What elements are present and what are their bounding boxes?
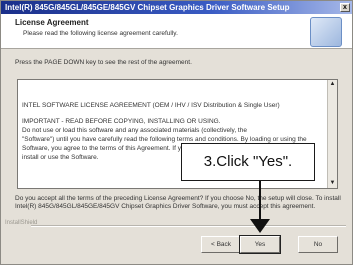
page-title: License Agreement bbox=[15, 18, 89, 27]
page-subtitle: Please read the following license agreem… bbox=[23, 30, 178, 37]
license-line: "Software") until you have carefully rea… bbox=[22, 136, 307, 143]
instruction-callout: 3.Click "Yes". bbox=[181, 143, 315, 181]
yes-button[interactable]: Yes bbox=[239, 235, 281, 254]
wizard-header: License Agreement Please read the follow… bbox=[1, 14, 352, 49]
license-scrollbar[interactable]: ▲ ▼ bbox=[327, 80, 337, 188]
close-button[interactable]: x bbox=[340, 3, 350, 12]
setup-computer-icon bbox=[310, 17, 342, 47]
accept-question: Do you accept all the terms of the prece… bbox=[15, 195, 341, 210]
no-button[interactable]: No bbox=[298, 236, 338, 253]
instruction-text: Press the PAGE DOWN key to see the rest … bbox=[15, 59, 192, 66]
title-bar: Intel(R) 845G/845GL/845GE/845GV Chipset … bbox=[1, 1, 352, 14]
scroll-down-icon[interactable]: ▼ bbox=[328, 179, 337, 188]
arrow-down-icon bbox=[250, 219, 270, 233]
footer-divider bbox=[31, 225, 346, 227]
back-button[interactable]: < Back bbox=[201, 236, 241, 253]
license-line: Do not use or load this software and any… bbox=[22, 127, 247, 134]
setup-window: Intel(R) 845G/845GL/845GE/845GV Chipset … bbox=[0, 0, 353, 265]
license-line: install or use the Software. bbox=[22, 154, 99, 161]
window-title: Intel(R) 845G/845GL/845GE/845GV Chipset … bbox=[5, 3, 290, 12]
callout-arrow-shaft bbox=[259, 181, 261, 221]
license-line: IMPORTANT - READ BEFORE COPYING, INSTALL… bbox=[22, 118, 221, 125]
license-line: INTEL SOFTWARE LICENSE AGREEMENT (OEM / … bbox=[22, 102, 280, 109]
scroll-up-icon[interactable]: ▲ bbox=[328, 80, 337, 89]
